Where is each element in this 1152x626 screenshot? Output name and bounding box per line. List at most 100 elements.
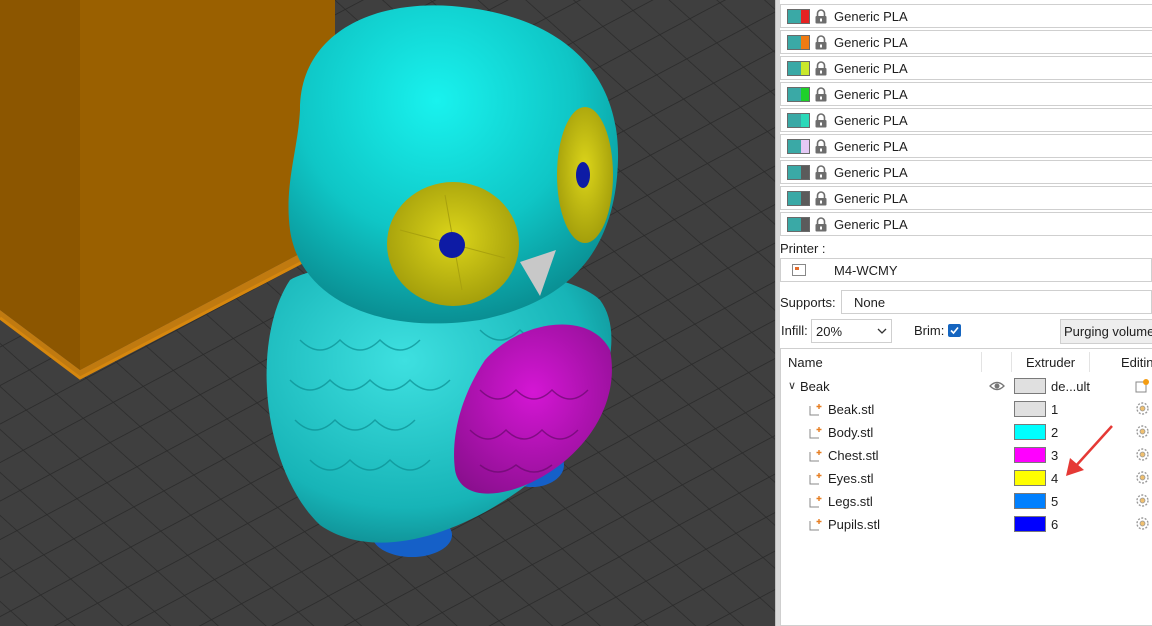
supports-label: Supports:: [780, 295, 836, 310]
owl-pupil-right: [576, 162, 590, 188]
infill-select[interactable]: 20%: [811, 319, 892, 343]
extruder-value[interactable]: de...ult: [1051, 379, 1090, 394]
brim-label: Brim:: [914, 323, 945, 338]
column-header-extruder[interactable]: Extruder: [1026, 355, 1075, 370]
extruder-color-swatch[interactable]: [1014, 447, 1046, 463]
filament-color-swatch[interactable]: [787, 113, 810, 128]
brim-checkbox[interactable]: [948, 324, 961, 337]
part-settings-icon[interactable]: [1135, 424, 1150, 439]
extruder-color-swatch[interactable]: [1014, 493, 1046, 509]
part-name: Eyes.stl: [828, 471, 874, 486]
filament-row[interactable]: Generic PLA: [780, 108, 1152, 132]
filament-color-swatch[interactable]: [787, 35, 810, 50]
part-name: Beak.stl: [828, 402, 875, 417]
filament-row[interactable]: Generic PLA: [780, 56, 1152, 80]
filament-name[interactable]: Generic PLA: [834, 61, 908, 76]
part-icon: [809, 519, 822, 531]
lock-icon: [815, 191, 827, 206]
extruder-value[interactable]: 1: [1051, 402, 1058, 417]
filament-color-swatch[interactable]: [787, 87, 810, 102]
filament-name[interactable]: Generic PLA: [834, 139, 908, 154]
part-settings-icon[interactable]: [1135, 516, 1150, 531]
object-row-beak[interactable]: ∨ Beak de...ult: [781, 376, 1152, 399]
part-name: Legs.stl: [828, 494, 873, 509]
object-name: Beak: [800, 379, 830, 394]
filament-row[interactable]: Generic PLA: [780, 212, 1152, 236]
part-settings-icon[interactable]: [1135, 493, 1150, 508]
printer-icon: [792, 264, 806, 276]
filament-color-swatch[interactable]: [787, 9, 810, 24]
part-icon: [809, 496, 822, 508]
extruder-value[interactable]: 3: [1051, 448, 1058, 463]
supports-select[interactable]: None: [841, 290, 1152, 314]
filament-name[interactable]: Generic PLA: [834, 87, 908, 102]
filament-name[interactable]: Generic PLA: [834, 217, 908, 232]
extruder-color-swatch[interactable]: [1014, 401, 1046, 417]
check-icon: [950, 326, 959, 335]
filament-row[interactable]: Generic PLA: [780, 4, 1152, 28]
filament-color-swatch[interactable]: [787, 217, 810, 232]
lock-icon: [815, 217, 827, 232]
object-list: Name Extruder Editin ∨ Beak de...ult Bea…: [780, 348, 1152, 626]
lock-icon: [815, 9, 827, 24]
extruder-value[interactable]: 2: [1051, 425, 1058, 440]
part-name: Body.stl: [828, 425, 874, 440]
extruder-value[interactable]: 5: [1051, 494, 1058, 509]
filament-color-swatch[interactable]: [787, 191, 810, 206]
part-name: Chest.stl: [828, 448, 879, 463]
extruder-color-swatch[interactable]: [1014, 516, 1046, 532]
lock-icon: [815, 139, 827, 154]
owl-pupil-left: [439, 232, 465, 258]
extruder-color-swatch[interactable]: [1014, 424, 1046, 440]
part-settings-icon[interactable]: [1135, 447, 1150, 462]
part-name: Pupils.stl: [828, 517, 881, 532]
printer-label: Printer :: [780, 241, 826, 256]
filament-color-swatch[interactable]: [787, 165, 810, 180]
lock-icon: [815, 61, 827, 76]
lock-icon: [815, 165, 827, 180]
lock-icon: [815, 113, 827, 128]
filament-color-swatch[interactable]: [787, 139, 810, 154]
filament-name[interactable]: Generic PLA: [834, 191, 908, 206]
part-settings-icon[interactable]: [1135, 401, 1150, 416]
lock-icon: [815, 35, 827, 50]
annotation-arrow: [1066, 425, 1113, 476]
extruder-value[interactable]: 4: [1051, 471, 1058, 486]
filament-name[interactable]: Generic PLA: [834, 165, 908, 180]
part-row[interactable]: Pupils.stl 6: [781, 514, 1152, 537]
extruder-color-swatch[interactable]: [1014, 470, 1046, 486]
filament-color-swatch[interactable]: [787, 61, 810, 76]
object-settings-icon[interactable]: [1135, 378, 1150, 393]
part-icon: [809, 450, 822, 462]
filament-name[interactable]: Generic PLA: [834, 113, 908, 128]
settings-panel: Generic PLA Generic PLA Generic PLA Generic…: [780, 0, 1152, 626]
filament-row[interactable]: Generic PLA: [780, 186, 1152, 210]
part-icon: [809, 473, 822, 485]
filament-row[interactable]: Generic PLA: [780, 134, 1152, 158]
scene-canvas: [0, 0, 775, 626]
part-row[interactable]: Legs.stl 5: [781, 491, 1152, 514]
printer-value: M4-WCMY: [834, 263, 898, 278]
filament-name[interactable]: Generic PLA: [834, 35, 908, 50]
part-icon: [809, 427, 822, 439]
extruder-color-swatch[interactable]: [1014, 378, 1046, 394]
infill-label: Infill:: [781, 323, 808, 338]
printer-select[interactable]: M4-WCMY: [780, 258, 1152, 282]
eye-icon[interactable]: [989, 380, 1005, 392]
part-row[interactable]: Beak.stl 1: [781, 399, 1152, 422]
purging-volume-button[interactable]: Purging volume: [1060, 319, 1152, 344]
chevron-down-icon: [877, 328, 887, 334]
part-icon: [809, 404, 822, 416]
lock-icon: [815, 87, 827, 102]
column-header-editing[interactable]: Editin: [1121, 355, 1152, 370]
infill-value: 20%: [816, 324, 843, 339]
filament-row[interactable]: Generic PLA: [780, 160, 1152, 184]
collapse-icon[interactable]: ∨: [788, 379, 796, 392]
column-header-name[interactable]: Name: [788, 355, 823, 370]
filament-name[interactable]: Generic PLA: [834, 9, 908, 24]
3d-viewport[interactable]: [0, 0, 775, 626]
part-settings-icon[interactable]: [1135, 470, 1150, 485]
extruder-value[interactable]: 6: [1051, 517, 1058, 532]
filament-row[interactable]: Generic PLA: [780, 30, 1152, 54]
filament-row[interactable]: Generic PLA: [780, 82, 1152, 106]
